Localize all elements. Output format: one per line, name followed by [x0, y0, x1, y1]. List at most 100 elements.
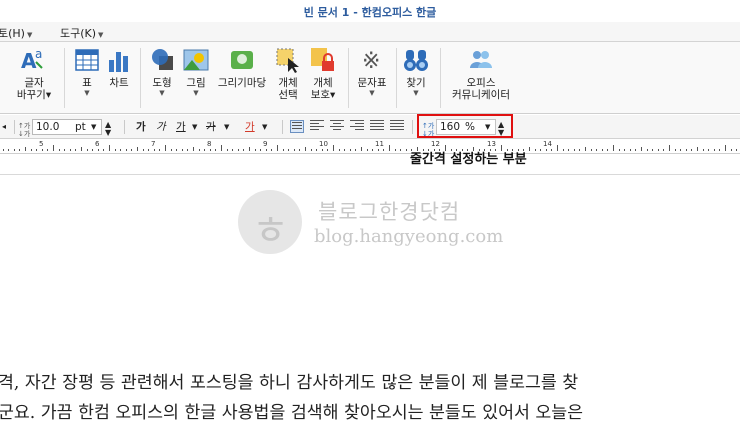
ruler-tick	[691, 149, 693, 151]
picture-button[interactable]: 그림 ▼	[180, 46, 212, 98]
menu-item-tools[interactable]: 도구(K) ▼	[60, 25, 103, 41]
ruler-tick	[551, 149, 553, 151]
chevron-left-icon[interactable]: ◂	[2, 119, 6, 135]
ruler-tick	[529, 147, 530, 151]
ruler-tick	[641, 147, 642, 151]
line-spacing-highlight	[417, 114, 513, 138]
document-text-line[interactable]: 군요. 가끔 한컴 오피스의 한글 사용법을 검색해 찾아오시는 분들도 있어서…	[0, 398, 583, 423]
ribbon-toolbar: Aa 글자 바꾸기▾ 표 ▼ 차트 도형 ▼ 그림 ▼ 그리기마당 개체 선택 …	[0, 42, 740, 114]
office-communicator-icon	[467, 46, 495, 74]
ruler-tick	[181, 149, 183, 151]
ruler-tick	[394, 149, 396, 151]
ruler-tick	[36, 149, 38, 151]
ruler-number: 11	[375, 140, 384, 148]
watermark-title: 블로그한경닷컴	[318, 200, 461, 224]
office-communicator-button[interactable]: 오피스 커뮤니케이터	[446, 46, 516, 101]
ruler-tick	[646, 149, 648, 151]
strikethrough-button[interactable]: 가	[206, 119, 216, 135]
line-spacing-callout: 줄간격 설정하는 부분	[410, 152, 527, 167]
chevron-down-icon[interactable]: ▼	[224, 119, 229, 135]
ruler-tick	[30, 149, 32, 151]
ruler-tick	[8, 149, 10, 151]
ruler-tick	[697, 147, 698, 151]
font-size-spinner[interactable]: ▲ ▼	[105, 121, 111, 137]
ruler-tick	[299, 149, 301, 151]
ruler-tick	[125, 149, 127, 151]
ruler-tick	[58, 149, 60, 151]
toolbar-divider	[282, 120, 283, 134]
ruler-tick	[25, 147, 26, 151]
align-split-icon[interactable]	[390, 120, 404, 133]
chevron-down-icon: ▼	[98, 31, 104, 39]
document-text-line[interactable]: 격, 자간 장평 등 관련해서 포스팅을 하니 감사하게도 많은 분들이 제 블…	[0, 368, 578, 393]
char-change-icon: Aa	[20, 46, 48, 74]
window-title: 빈 문서 1 - 한컴오피스 한글	[303, 6, 437, 19]
chevron-down-icon[interactable]: ▼	[192, 119, 197, 135]
symbol-button[interactable]: ※ 문자표 ▼	[352, 46, 392, 98]
ruler-tick	[86, 149, 88, 151]
horizontal-ruler[interactable]: 5 6 7 8 9 10 11 12 13 14	[0, 140, 740, 154]
ruler-tick	[719, 149, 721, 151]
ruler-tick	[680, 149, 682, 151]
ruler-tick	[282, 149, 284, 151]
object-protect-button[interactable]: 개체 보호▾	[306, 46, 340, 101]
ruler-number: 13	[487, 140, 496, 148]
svg-text:a: a	[35, 47, 42, 61]
find-button[interactable]: 찾기 ▼	[400, 46, 432, 98]
align-right-icon[interactable]	[350, 120, 364, 133]
ruler-tick	[310, 149, 312, 151]
ruler-tick	[316, 149, 318, 151]
ruler-tick	[193, 147, 194, 151]
underline-button[interactable]: 가	[176, 119, 186, 135]
ruler-number: 8	[207, 140, 212, 148]
ruler-tick	[361, 147, 362, 151]
ruler-tick	[557, 145, 558, 151]
drawing-gallery-button[interactable]: 그리기마당	[214, 46, 270, 89]
ruler-tick	[114, 149, 116, 151]
font-size-input[interactable]: 10.0 pt ▼	[32, 119, 102, 135]
text-color-button[interactable]: 가	[245, 119, 255, 135]
align-justify-icon[interactable]	[290, 120, 304, 133]
table-button[interactable]: 표 ▼	[72, 46, 102, 98]
ruler-tick	[249, 147, 250, 151]
ruler-tick	[624, 149, 626, 151]
ruler-tick	[69, 149, 71, 151]
ruler-tick	[321, 149, 323, 151]
table-icon	[73, 46, 101, 74]
shape-button[interactable]: 도형 ▼	[146, 46, 178, 98]
ruler-tick	[730, 149, 732, 151]
object-select-icon	[274, 46, 302, 74]
align-left-icon[interactable]	[310, 120, 324, 133]
ruler-tick	[652, 149, 654, 151]
ruler-tick	[265, 149, 267, 151]
watermark-logo-glyph: ㅎ	[252, 208, 289, 254]
toolbar-divider	[412, 120, 413, 134]
object-select-button[interactable]: 개체 선택	[272, 46, 304, 101]
ruler-number: 7	[151, 140, 156, 148]
chevron-down-icon: ▼	[91, 123, 97, 131]
chart-button[interactable]: 차트	[104, 46, 134, 89]
menu-item-review[interactable]: 토(H) ▼	[0, 25, 32, 41]
ruler-tick	[534, 149, 536, 151]
char-change-button[interactable]: Aa 글자 바꾸기▾	[14, 46, 54, 101]
ruler-tick	[215, 149, 217, 151]
ruler-tick	[601, 149, 603, 151]
align-center-icon[interactable]	[330, 120, 344, 133]
ruler-tick	[243, 149, 245, 151]
font-size-icon: ↑가 ↓가	[18, 122, 31, 138]
ruler-tick	[635, 149, 637, 151]
ruler-tick	[545, 149, 547, 151]
bold-button[interactable]: 가	[136, 119, 146, 135]
ruler-tick	[198, 149, 200, 151]
align-distribute-icon[interactable]	[370, 120, 384, 133]
shape-icon	[148, 46, 176, 74]
ruler-tick	[355, 149, 357, 151]
toolbar-divider	[124, 120, 125, 134]
ruler-tick	[596, 149, 598, 151]
ruler-tick	[237, 149, 239, 151]
chevron-down-icon[interactable]: ▼	[262, 119, 267, 135]
italic-button[interactable]: 가	[156, 119, 166, 135]
ruler-tick	[613, 145, 614, 151]
find-icon	[402, 46, 430, 74]
ruler-number: 12	[431, 140, 440, 148]
